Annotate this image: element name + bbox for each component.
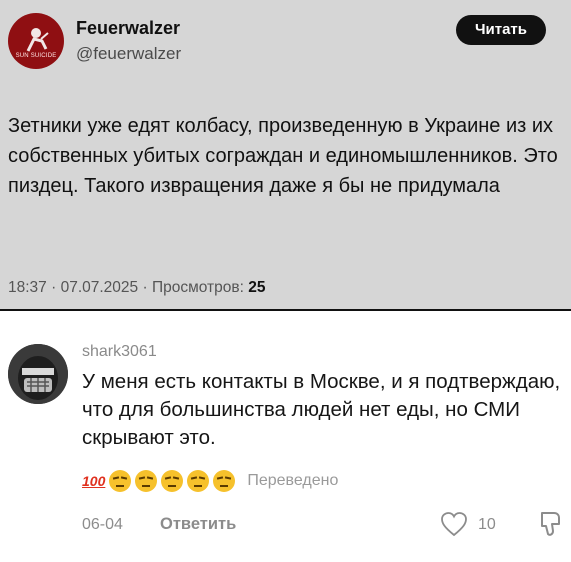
masked-face-icon: [8, 344, 68, 404]
unamused-face-icon: [161, 470, 184, 492]
translated-label[interactable]: Переведено: [247, 472, 338, 490]
views-label: Просмотров:: [151, 279, 244, 296]
comment-username[interactable]: shark3061: [82, 343, 157, 361]
comment-avatar[interactable]: [8, 344, 68, 404]
unamused-face-icon: [109, 470, 132, 492]
like-count: 10: [478, 516, 496, 533]
comment-date: 06-04: [82, 516, 123, 533]
user-handle[interactable]: @feuerwalzer: [76, 44, 181, 64]
avatar-label: SUN SUICIDE: [15, 53, 57, 59]
avatar-figure-icon: [26, 28, 49, 52]
reply-button[interactable]: Ответить: [160, 515, 236, 534]
read-button[interactable]: Читать: [456, 15, 546, 45]
tweet-time: 18:37: [8, 279, 47, 296]
dislike-icon[interactable]: [538, 509, 566, 539]
views-count: 25: [248, 279, 266, 296]
unamused-face-icon: [187, 470, 210, 492]
meta-separator: ·: [51, 279, 61, 296]
heart-icon[interactable]: [440, 511, 468, 537]
tweet-text: Зетники уже едят колбасу, произведенную …: [8, 115, 558, 197]
unamused-face-icon: [135, 470, 158, 492]
meta-separator: ·: [142, 279, 152, 296]
hundred-points-icon: 100: [82, 473, 106, 489]
tweet-avatar[interactable]: SUN SUICIDE: [8, 13, 64, 69]
tweet-meta: 18:37 · 07.07.2025 · Просмотров: 25: [8, 279, 265, 297]
display-name[interactable]: Feuerwalzer: [76, 18, 180, 39]
tweet-card: SUN SUICIDE Feuerwalzer @feuerwalzer Чит…: [0, 0, 571, 311]
unamused-face-icon: [213, 470, 236, 492]
tweet-date: 07.07.2025: [60, 279, 139, 296]
comment-text: У меня есть контакты в Москве, и я подтв…: [82, 370, 561, 449]
comment-emoji-row: 100 Переведено: [82, 468, 338, 494]
